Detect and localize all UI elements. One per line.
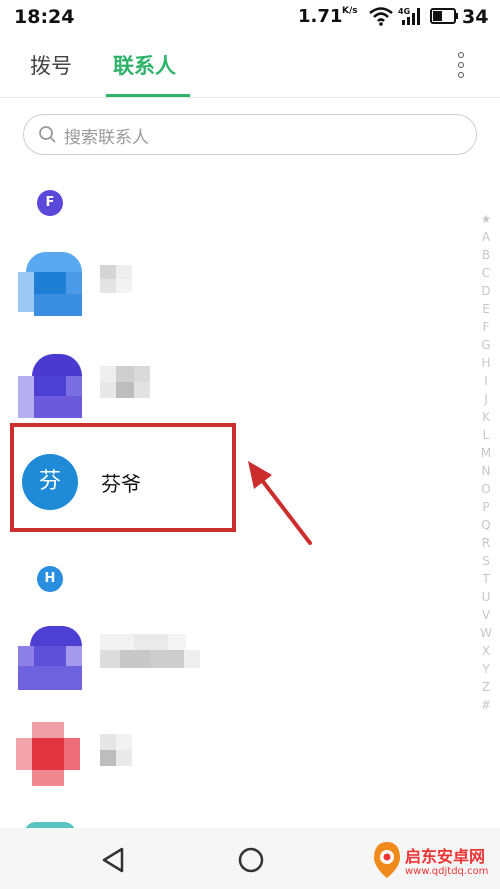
home-circle-icon[interactable] xyxy=(237,846,265,874)
search-placeholder: 搜索联系人 xyxy=(64,128,149,148)
contact-avatar-blurred xyxy=(18,626,82,690)
contact-avatar-blurred xyxy=(18,252,82,316)
status-time: 18:24 xyxy=(14,6,75,28)
index-letter[interactable]: V xyxy=(476,606,496,624)
index-letter[interactable]: E xyxy=(476,300,496,318)
network-speed: 1.71 xyxy=(298,6,343,27)
index-letter[interactable]: Q xyxy=(476,516,496,534)
index-letter[interactable]: G xyxy=(476,336,496,354)
more-vertical-icon xyxy=(458,52,464,58)
more-options-button[interactable] xyxy=(448,48,474,82)
index-letter[interactable]: Z xyxy=(476,678,496,696)
index-letter[interactable]: L xyxy=(476,426,496,444)
contact-name-blurred xyxy=(100,366,150,398)
section-header-f: F xyxy=(37,190,63,216)
index-letter[interactable]: ★ xyxy=(476,210,496,228)
index-letter[interactable]: Y xyxy=(476,660,496,678)
index-letter[interactable]: R xyxy=(476,534,496,552)
index-letter[interactable]: U xyxy=(476,588,496,606)
watermark-logo-icon xyxy=(374,842,400,878)
contact-row-blurred-4[interactable] xyxy=(0,710,470,800)
index-letter[interactable]: J xyxy=(476,390,496,408)
index-letter[interactable]: A xyxy=(476,228,496,246)
annotation-arrow-icon xyxy=(248,461,312,545)
contact-name-blurred xyxy=(100,634,200,668)
index-letter[interactable]: W xyxy=(476,624,496,642)
more-vertical-icon xyxy=(458,72,464,78)
tab-dial[interactable]: 拨号 xyxy=(30,50,72,80)
section-header-h: H xyxy=(37,566,63,592)
watermark-url: www.qdjtdq.com xyxy=(405,866,489,877)
status-bar xyxy=(0,0,500,36)
contact-row-blurred-3[interactable] xyxy=(0,610,470,700)
contact-avatar-blurred xyxy=(18,354,82,418)
battery-level: 34 xyxy=(462,6,489,28)
contact-row-blurred-1[interactable] xyxy=(0,235,470,325)
tab-contacts[interactable]: 联系人 xyxy=(113,50,176,80)
header-divider xyxy=(0,97,500,98)
alphabet-index-bar[interactable]: ★ A B C D E F G H I J K L M N O P Q R S … xyxy=(476,210,496,714)
contact-name-blurred xyxy=(100,265,132,295)
contact-name-blurred xyxy=(100,734,132,766)
svg-text:4G: 4G xyxy=(398,7,410,16)
index-letter[interactable]: S xyxy=(476,552,496,570)
watermark-title: 启东安卓网 xyxy=(405,847,486,866)
index-letter[interactable]: B xyxy=(476,246,496,264)
index-letter[interactable]: I xyxy=(476,372,496,390)
index-letter[interactable]: P xyxy=(476,498,496,516)
index-letter[interactable]: M xyxy=(476,444,496,462)
index-letter[interactable]: K xyxy=(476,408,496,426)
index-letter[interactable]: F xyxy=(476,318,496,336)
index-letter[interactable]: C xyxy=(476,264,496,282)
index-letter[interactable]: T xyxy=(476,570,496,588)
index-letter[interactable]: H xyxy=(476,354,496,372)
index-letter[interactable]: N xyxy=(476,462,496,480)
back-triangle-icon[interactable] xyxy=(100,846,126,874)
signal-4g-icon: 4G xyxy=(398,7,420,25)
index-letter[interactable]: D xyxy=(476,282,496,300)
battery-icon xyxy=(430,8,458,24)
index-letter[interactable]: # xyxy=(476,696,496,714)
index-letter[interactable]: O xyxy=(476,480,496,498)
index-letter[interactable]: X xyxy=(476,642,496,660)
more-vertical-icon xyxy=(458,62,464,68)
wifi-icon xyxy=(369,7,393,26)
contact-avatar-blurred xyxy=(16,722,80,786)
network-speed-unit: K/s xyxy=(342,6,358,16)
contact-row-blurred-2[interactable] xyxy=(0,340,470,430)
search-icon xyxy=(39,126,56,143)
annotation-highlight-box xyxy=(10,423,236,532)
